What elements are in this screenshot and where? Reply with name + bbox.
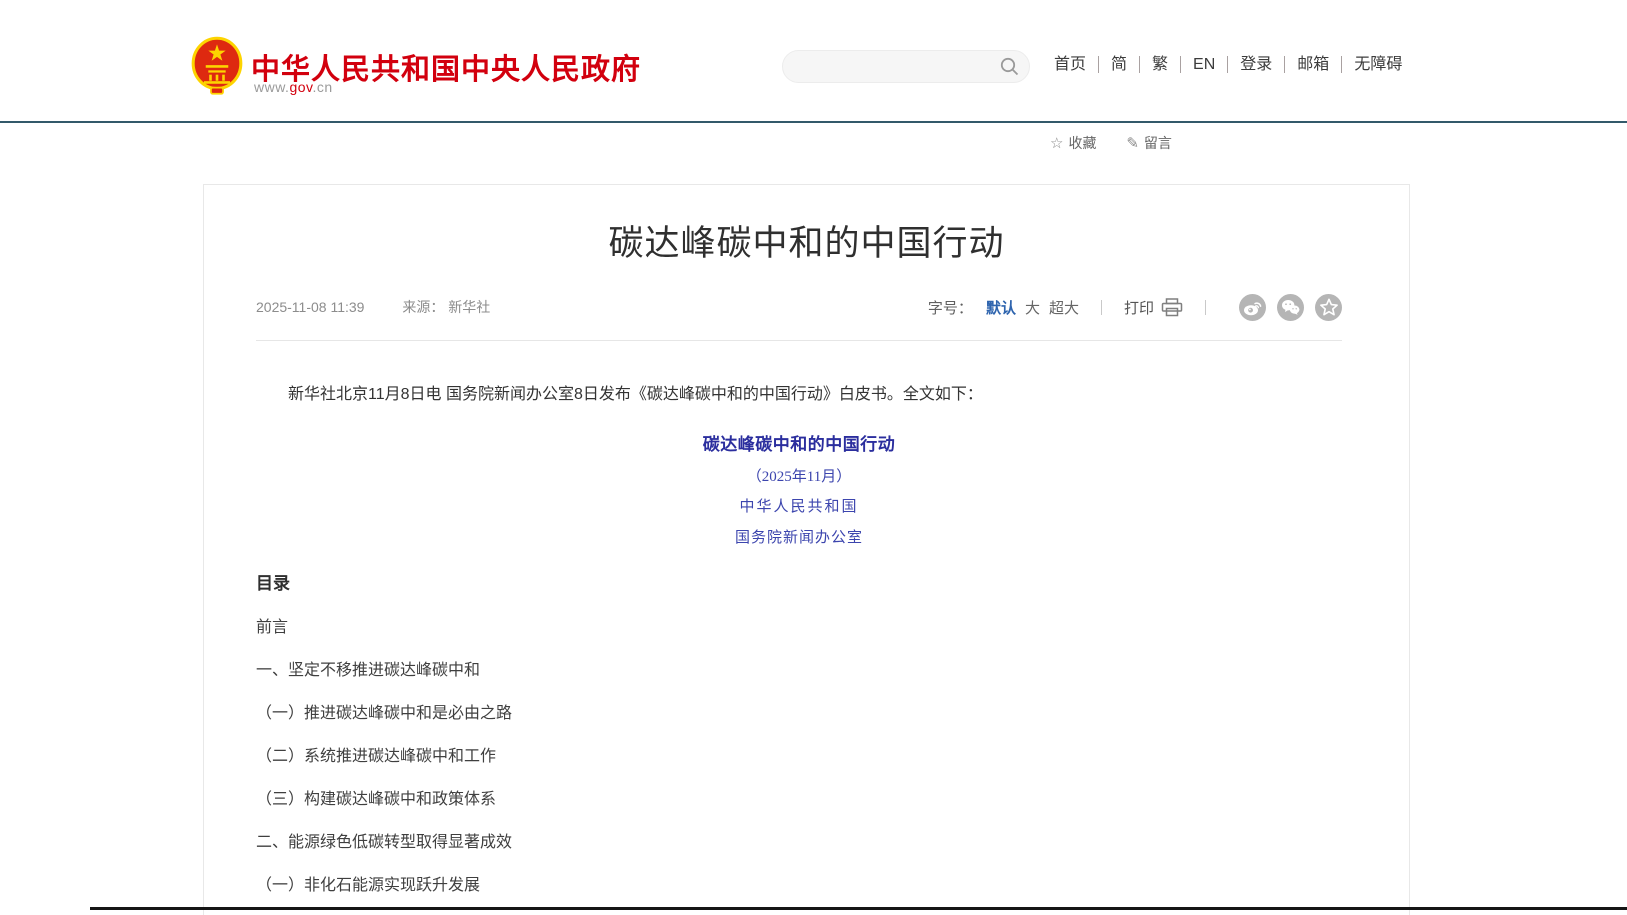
article-body: 新华社北京11月8日电 国务院新闻办公室8日发布《碳达峰碳中和的中国行动》白皮书… [204,384,1409,894]
wechat-share-icon[interactable] [1277,294,1304,321]
page-actions: ☆ 收藏 ✎ 留言 [1050,133,1198,153]
toc-heading: 目录 [256,569,1342,594]
url-www: www. [254,79,289,95]
nav-link[interactable]: 繁 [1139,56,1180,73]
star-outline-icon: ☆ [1050,135,1063,152]
fontsize-label: 字号： [928,297,973,318]
article-source: 新华社 [448,299,490,315]
toc-list: 前言一、坚定不移推进碳达峰碳中和 （一）推进碳达峰碳中和是必由之路 （二）系统推进碳… [256,619,1342,894]
print-button[interactable]: 打印 [1124,297,1183,318]
toc-item: 前言 [256,619,1342,636]
toc-item: （一）推进碳达峰碳中和是必由之路 [256,705,1342,722]
site-header: 中华人民共和国中央人民政府 www.gov.cn 首页简繁EN登录邮箱无障碍 [0,0,1627,121]
url-cn: .cn [313,79,333,95]
article-meta-right: 字号： 默认大超大 打印 [928,294,1342,321]
meta-separator [1205,300,1206,315]
page: 中华人民共和国中央人民政府 www.gov.cn 首页简繁EN登录邮箱无障碍 ☆… [0,0,1627,915]
top-nav: 首页简繁EN登录邮箱无障碍 [1042,56,1414,74]
national-emblem-logo[interactable] [191,36,243,96]
document-issuer-line1: 中华人民共和国 [256,495,1342,516]
url-gov: gov [289,79,312,95]
nav-link[interactable]: 登录 [1227,56,1284,73]
toc-item: （一）非化石能源实现跃升发展 [256,877,1342,894]
message-button[interactable]: ✎ 留言 [1126,133,1172,153]
document-issuer-line2: 国务院新闻办公室 [256,526,1342,547]
national-emblem-icon [191,36,243,96]
bottom-edge-line [90,907,1627,910]
toc-item: （三）构建碳达峰碳中和政策体系 [256,791,1342,808]
nav-link[interactable]: 无障碍 [1341,56,1414,73]
document-title: 碳达峰碳中和的中国行动 [256,430,1342,455]
header-divider-line [0,121,1627,123]
fontsize-option[interactable]: 超大 [1049,300,1079,317]
pencil-icon: ✎ [1126,135,1139,152]
nav-link[interactable]: EN [1180,56,1227,73]
meta-divider-line [256,340,1342,341]
meta-separator [1101,300,1102,315]
qzone-star-share-icon[interactable] [1315,294,1342,321]
toc-item: 二、能源绿色低碳转型取得显著成效 [256,834,1342,851]
search-input[interactable] [782,50,1030,83]
toc-item: 一、坚定不移推进碳达峰碳中和 [256,662,1342,679]
article-meta-left: 2025-11-08 11:39 来源： 新华社 [256,297,490,317]
toc-item: （二）系统推进碳达峰碳中和工作 [256,748,1342,765]
fontsize-option[interactable]: 大 [1025,300,1040,317]
lead-paragraph: 新华社北京11月8日电 国务院新闻办公室8日发布《碳达峰碳中和的中国行动》白皮书… [256,384,1342,406]
printer-icon [1161,298,1183,317]
fontsize-option[interactable]: 默认 [986,300,1016,317]
article-card: 碳达峰碳中和的中国行动 2025-11-08 11:39 来源： 新华社 字号：… [203,184,1410,915]
print-label: 打印 [1124,297,1154,318]
nav-link[interactable]: 首页 [1042,56,1098,73]
favorite-label: 收藏 [1068,135,1096,151]
article-title: 碳达峰碳中和的中国行动 [204,221,1409,267]
site-url: www.gov.cn [254,79,333,95]
message-label: 留言 [1144,135,1172,151]
search-box [782,50,1030,83]
share-icons [1228,294,1342,321]
nav-link[interactable]: 邮箱 [1284,56,1341,73]
weibo-share-icon[interactable] [1239,294,1266,321]
search-icon[interactable] [999,56,1020,77]
fontsize-options: 默认大超大 [977,297,1079,318]
article-date: 2025-11-08 11:39 [256,299,364,315]
article-meta-row: 2025-11-08 11:39 来源： 新华社 字号： 默认大超大 打印 [204,293,1409,321]
nav-link[interactable]: 简 [1098,56,1139,73]
document-date-line: （2025年11月） [256,465,1342,486]
source-label: 来源： [402,299,444,315]
favorite-button[interactable]: ☆ 收藏 [1050,133,1096,153]
